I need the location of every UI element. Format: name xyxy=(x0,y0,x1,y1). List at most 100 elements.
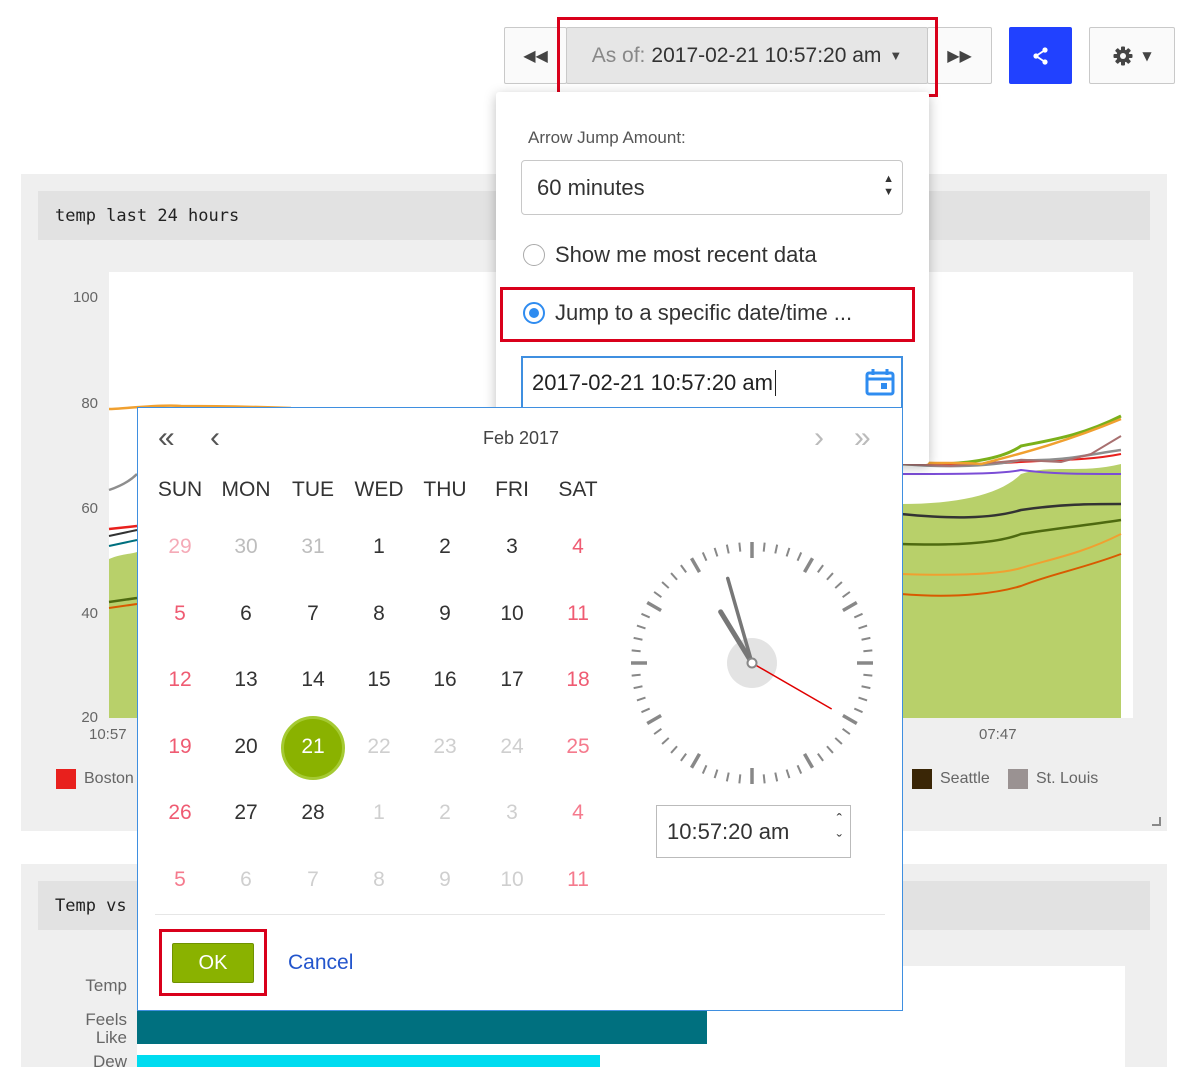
calendar-day[interactable]: 3 xyxy=(479,527,545,567)
calendar-day[interactable]: 24 xyxy=(479,727,545,767)
calendar-day[interactable]: 25 xyxy=(545,727,611,767)
bar-label-temp: Temp xyxy=(85,976,127,995)
calendar-day[interactable]: 6 xyxy=(213,860,279,900)
calendar-day[interactable]: 23 xyxy=(412,727,478,767)
calendar-day[interactable]: 3 xyxy=(479,793,545,833)
clock-tick xyxy=(661,737,670,745)
calendar-day[interactable]: 16 xyxy=(412,660,478,700)
legend-swatch xyxy=(1008,769,1028,789)
calendar-icon[interactable] xyxy=(865,368,895,396)
calendar-day[interactable]: 22 xyxy=(346,727,412,767)
clock-tick xyxy=(796,764,803,774)
clock-tick xyxy=(863,673,873,677)
calendar-day[interactable]: 4 xyxy=(545,793,611,833)
clock-tick xyxy=(670,745,678,754)
calendar-day[interactable]: 8 xyxy=(346,860,412,900)
legend-item-seattle[interactable]: Seattle xyxy=(912,769,990,789)
time-spinner-icon[interactable]: ˆˇ xyxy=(837,810,842,852)
legend-label: Seattle xyxy=(940,770,990,787)
clock-tick xyxy=(713,769,719,779)
share-button[interactable] xyxy=(1009,27,1072,84)
calendar-day[interactable]: 2 xyxy=(412,793,478,833)
date-time-input[interactable]: 2017-02-21 10:57:20 am xyxy=(521,356,903,408)
calendar-day[interactable]: 9 xyxy=(412,860,478,900)
clock-tick xyxy=(653,591,662,598)
clock-tick xyxy=(701,764,708,774)
clock-tick xyxy=(842,728,851,735)
calendar-day[interactable]: 12 xyxy=(147,660,213,700)
analog-clock xyxy=(631,542,873,784)
calendar-day[interactable]: 18 xyxy=(545,660,611,700)
next-month-icon[interactable]: › xyxy=(814,420,824,456)
date-time-value: 2017-02-21 10:57:20 am xyxy=(532,370,773,395)
legend-item-boston[interactable]: Boston xyxy=(56,769,134,789)
calendar-day[interactable]: 17 xyxy=(479,660,545,700)
clock-tick xyxy=(680,564,687,573)
series-line xyxy=(108,524,138,531)
fast-forward-icon: ▶▶ xyxy=(947,46,972,65)
radio-button[interactable] xyxy=(523,244,545,266)
calendar-day[interactable]: 10 xyxy=(479,594,545,634)
clock-tick xyxy=(701,552,708,562)
clock-tick xyxy=(738,542,742,552)
radio-specific-date[interactable]: Jump to a specific date/time ... xyxy=(523,300,852,326)
calendar-day[interactable]: 15 xyxy=(346,660,412,700)
time-input[interactable]: 10:57:20 am ˆˇ xyxy=(656,805,851,858)
calendar-day[interactable]: 21 xyxy=(280,727,346,767)
calendar-day[interactable]: 6 xyxy=(213,594,279,634)
calendar-day[interactable]: 29 xyxy=(147,527,213,567)
resize-handle[interactable] xyxy=(1152,817,1161,826)
ok-button[interactable]: OK xyxy=(172,943,254,983)
step-back-button[interactable]: ◀◀ xyxy=(504,27,567,84)
calendar-day[interactable]: 2 xyxy=(412,527,478,567)
radio-most-recent[interactable]: Show me most recent data xyxy=(523,242,817,268)
time-value: 10:57:20 am xyxy=(667,818,790,844)
calendar-day[interactable]: 7 xyxy=(280,594,346,634)
calendar-day[interactable]: 14 xyxy=(280,660,346,700)
calendar-day[interactable]: 8 xyxy=(346,594,412,634)
calendar-day[interactable]: 5 xyxy=(147,594,213,634)
calendar-day[interactable]: 31 xyxy=(280,527,346,567)
calendar-day[interactable]: 10 xyxy=(479,860,545,900)
calendar-day[interactable]: 4 xyxy=(545,527,611,567)
calendar-day[interactable]: 7 xyxy=(280,860,346,900)
calendar-day[interactable]: 13 xyxy=(213,660,279,700)
clock-tick xyxy=(842,713,858,726)
calendar-day[interactable]: 20 xyxy=(213,727,279,767)
next-year-icon[interactable]: » xyxy=(854,420,871,456)
clock-tick xyxy=(646,600,662,613)
calendar-day[interactable]: 1 xyxy=(346,793,412,833)
as-of-value: 2017-02-21 10:57:20 am xyxy=(651,43,882,67)
clock-tick xyxy=(738,774,742,784)
calendar-day[interactable]: 11 xyxy=(545,594,611,634)
legend-item-st-louis[interactable]: St. Louis xyxy=(1008,769,1098,789)
calendar-day[interactable]: 1 xyxy=(346,527,412,567)
select-arrows-icon: ▲ ▼ xyxy=(883,173,894,198)
calendar-day[interactable]: 11 xyxy=(545,860,611,900)
bar-dew xyxy=(137,1055,600,1067)
clock-tick xyxy=(762,774,766,784)
calendar-day[interactable]: 9 xyxy=(412,594,478,634)
cancel-button[interactable]: Cancel xyxy=(288,951,353,975)
clock-tick xyxy=(802,557,815,573)
calendar-day[interactable]: 26 xyxy=(147,793,213,833)
gear-icon xyxy=(1113,46,1133,65)
radio-button[interactable] xyxy=(523,302,545,324)
clock-tick xyxy=(834,581,843,589)
jump-amount-select[interactable]: 60 minutes ▲ ▼ xyxy=(521,160,903,215)
calendar-day[interactable]: 30 xyxy=(213,527,279,567)
as-of-dropdown-button[interactable]: As of: 2017-02-21 10:57:20 am ▼ xyxy=(566,27,928,84)
settings-button[interactable]: ▼ xyxy=(1089,27,1175,84)
calendar-day[interactable]: 19 xyxy=(147,727,213,767)
weekday-label: FRI xyxy=(495,478,529,501)
calendar-day[interactable]: 28 xyxy=(280,793,346,833)
month-title[interactable]: Feb 2017 xyxy=(138,428,904,449)
jump-amount-label: Arrow Jump Amount: xyxy=(528,128,686,147)
clock-tick xyxy=(725,544,730,554)
clock-tick xyxy=(633,685,643,690)
calendar-day[interactable]: 27 xyxy=(213,793,279,833)
step-forward-button[interactable]: ▶▶ xyxy=(927,27,992,84)
clock-tick xyxy=(680,753,687,762)
clock-tick xyxy=(631,649,641,653)
calendar-day[interactable]: 5 xyxy=(147,860,213,900)
